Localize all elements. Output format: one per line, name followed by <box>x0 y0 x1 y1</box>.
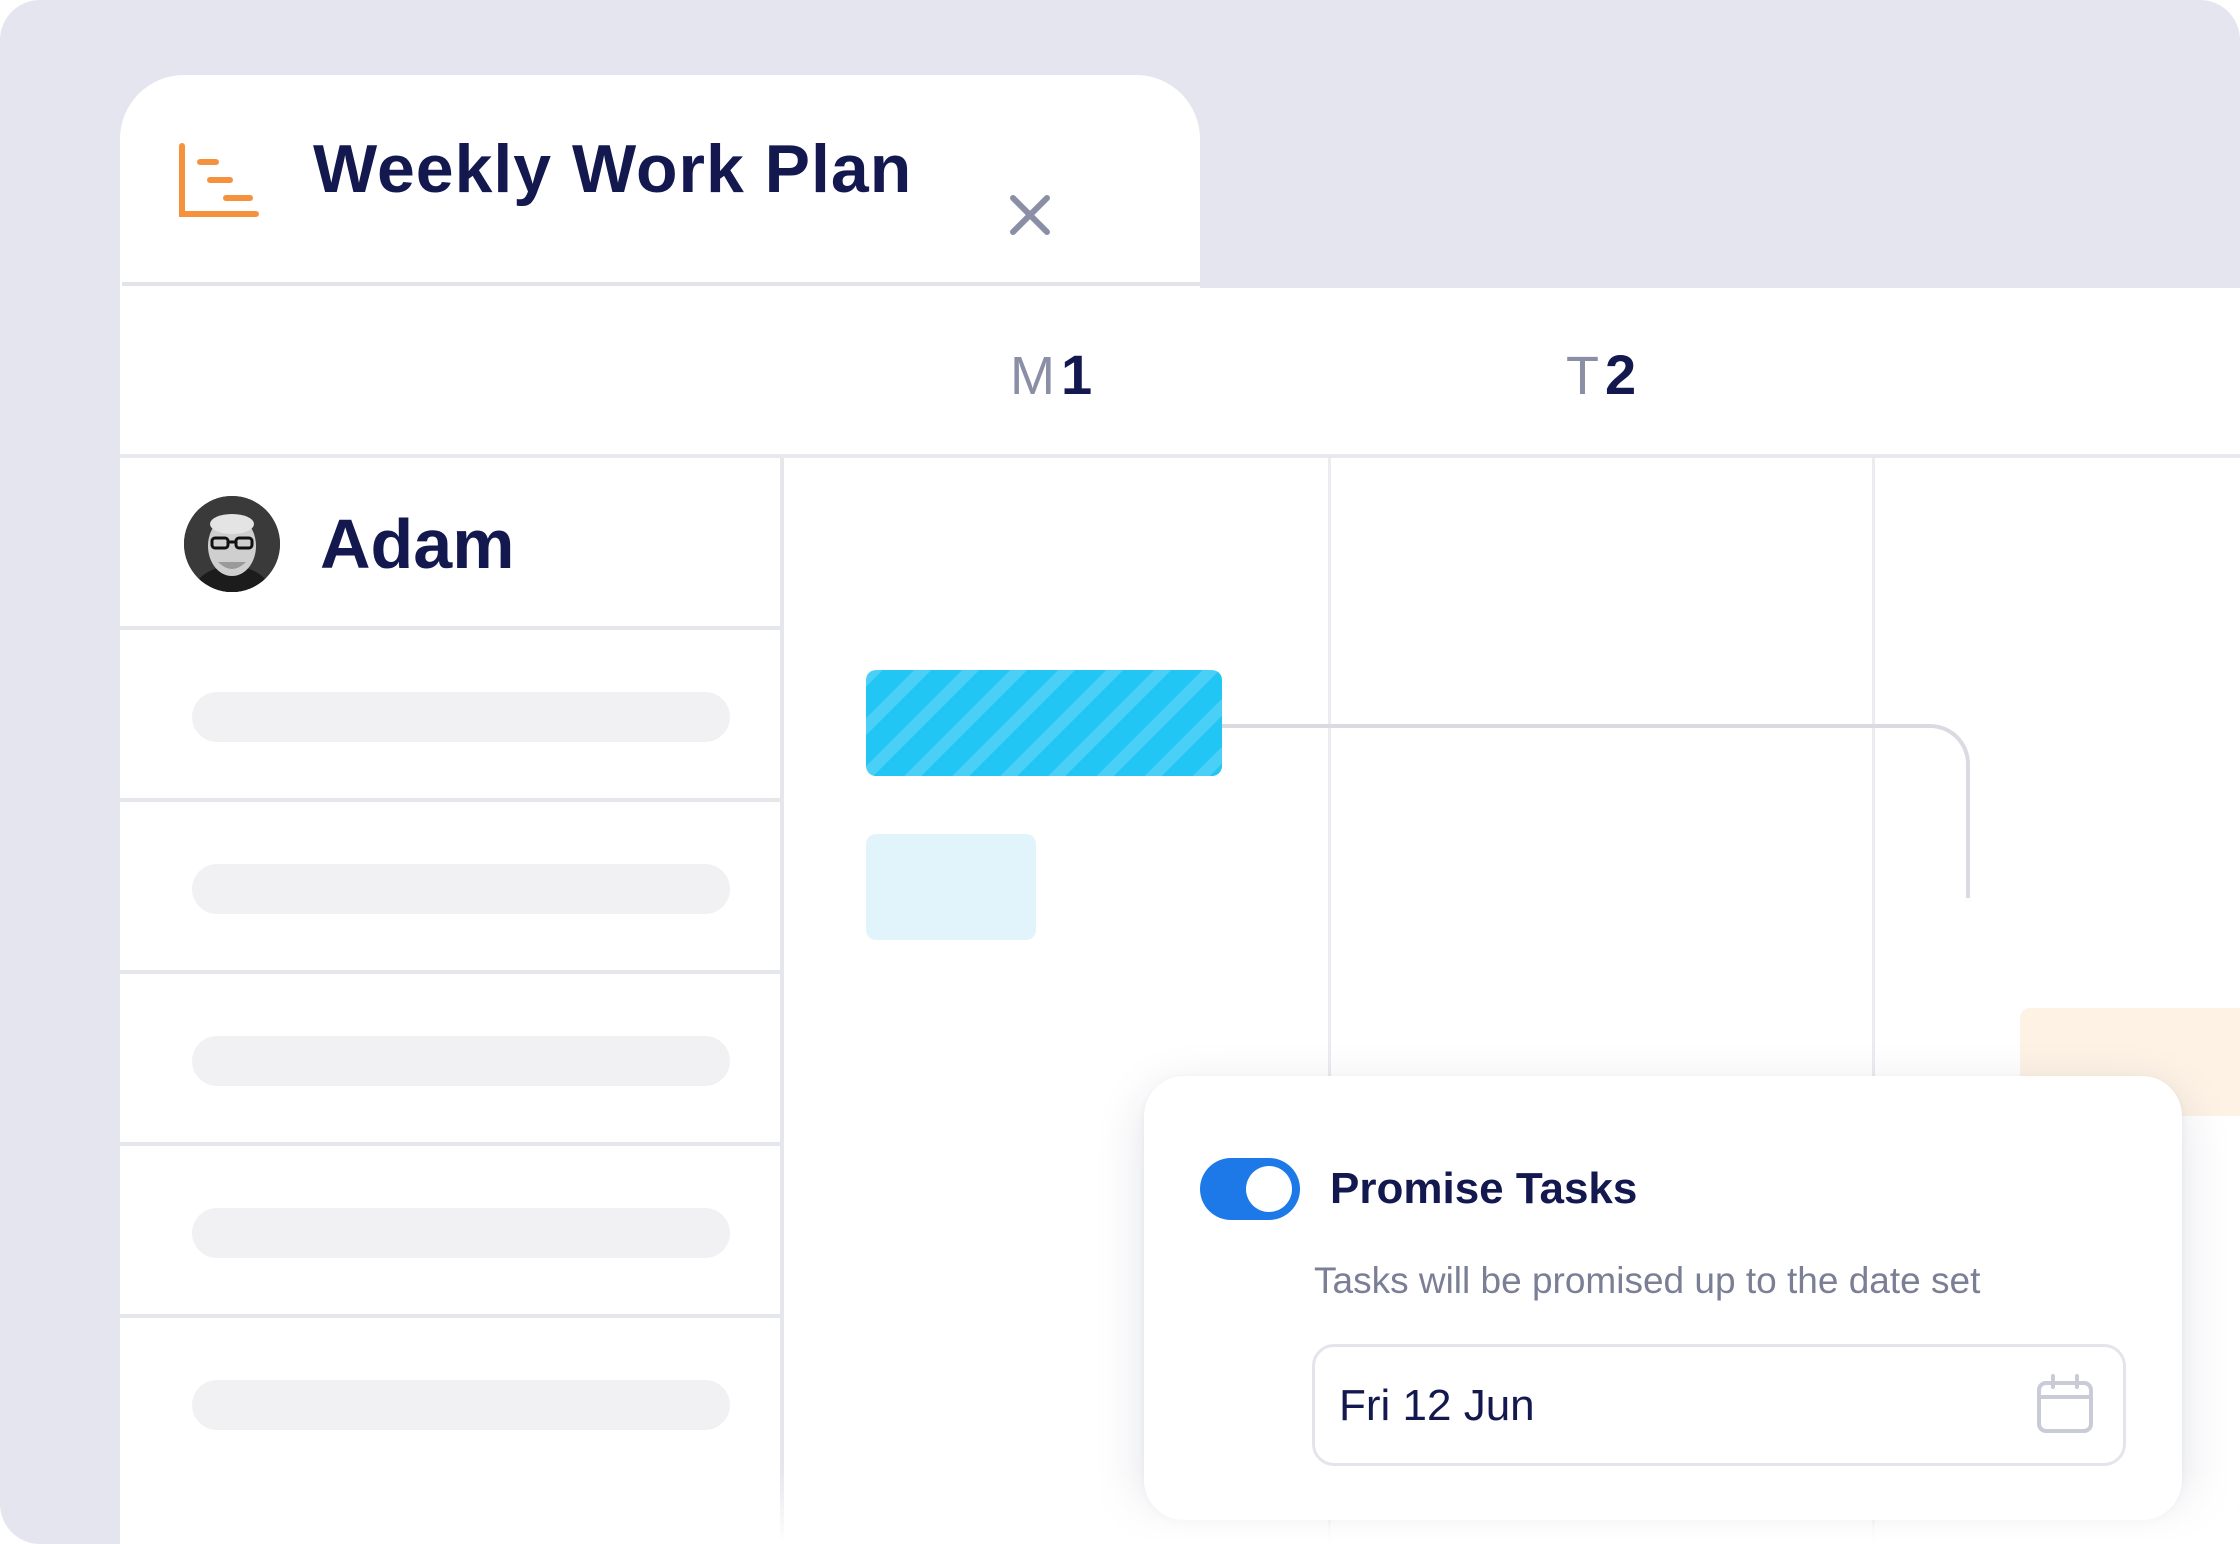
promise-tasks-popover: Promise Tasks Tasks will be promised up … <box>1144 1076 2182 1520</box>
day-number: 2 <box>1605 343 1637 406</box>
placeholder-bar <box>192 1208 730 1258</box>
task-bar-selected[interactable] <box>866 670 1222 776</box>
task-row[interactable] <box>120 802 780 974</box>
app-frame: Weekly Work Plan M1 T2 Adam Promise Task… <box>0 0 2240 1544</box>
day-header-monday[interactable]: M1 <box>1010 342 1092 407</box>
task-row[interactable] <box>120 1318 780 1486</box>
timeline-chart-icon <box>179 143 259 217</box>
tab-weekly-work-plan[interactable]: Weekly Work Plan <box>120 75 1200 290</box>
day-header-tuesday[interactable]: T2 <box>1566 342 1636 407</box>
close-icon[interactable] <box>985 170 1075 260</box>
day-header-row: M1 T2 <box>120 288 2240 458</box>
schedule-grid: M1 T2 Adam Promise Tasks Tasks will be p… <box>120 288 2240 1544</box>
task-bar[interactable] <box>866 834 1036 940</box>
tab-divider <box>122 282 1200 286</box>
placeholder-bar <box>192 864 730 914</box>
placeholder-bar <box>192 1036 730 1086</box>
placeholder-bar <box>192 692 730 742</box>
day-letter: T <box>1566 346 1599 406</box>
avatar[interactable] <box>184 496 280 592</box>
task-connector-line <box>1222 724 1970 898</box>
date-value: Fri 12 Jun <box>1339 1381 1535 1430</box>
person-name: Adam <box>320 505 515 583</box>
resource-column: Adam <box>120 458 784 1544</box>
promise-tasks-toggle[interactable] <box>1200 1158 1300 1220</box>
toggle-knob <box>1246 1166 1292 1212</box>
page-title: Weekly Work Plan <box>313 131 913 207</box>
day-letter: M <box>1010 346 1055 406</box>
avatar-photo <box>184 496 280 592</box>
task-row[interactable] <box>120 1146 780 1318</box>
calendar-icon[interactable] <box>2035 1373 2095 1435</box>
task-row[interactable] <box>120 974 780 1146</box>
bottom-fade <box>120 1468 2240 1544</box>
task-row[interactable] <box>120 630 780 802</box>
popover-title: Promise Tasks <box>1330 1164 1638 1213</box>
person-row[interactable]: Adam <box>120 458 780 630</box>
placeholder-bar <box>192 1380 730 1430</box>
day-number: 1 <box>1060 343 1093 406</box>
popover-description: Tasks will be promised up to the date se… <box>1314 1260 1981 1301</box>
promise-date-field[interactable]: Fri 12 Jun <box>1312 1344 2126 1466</box>
